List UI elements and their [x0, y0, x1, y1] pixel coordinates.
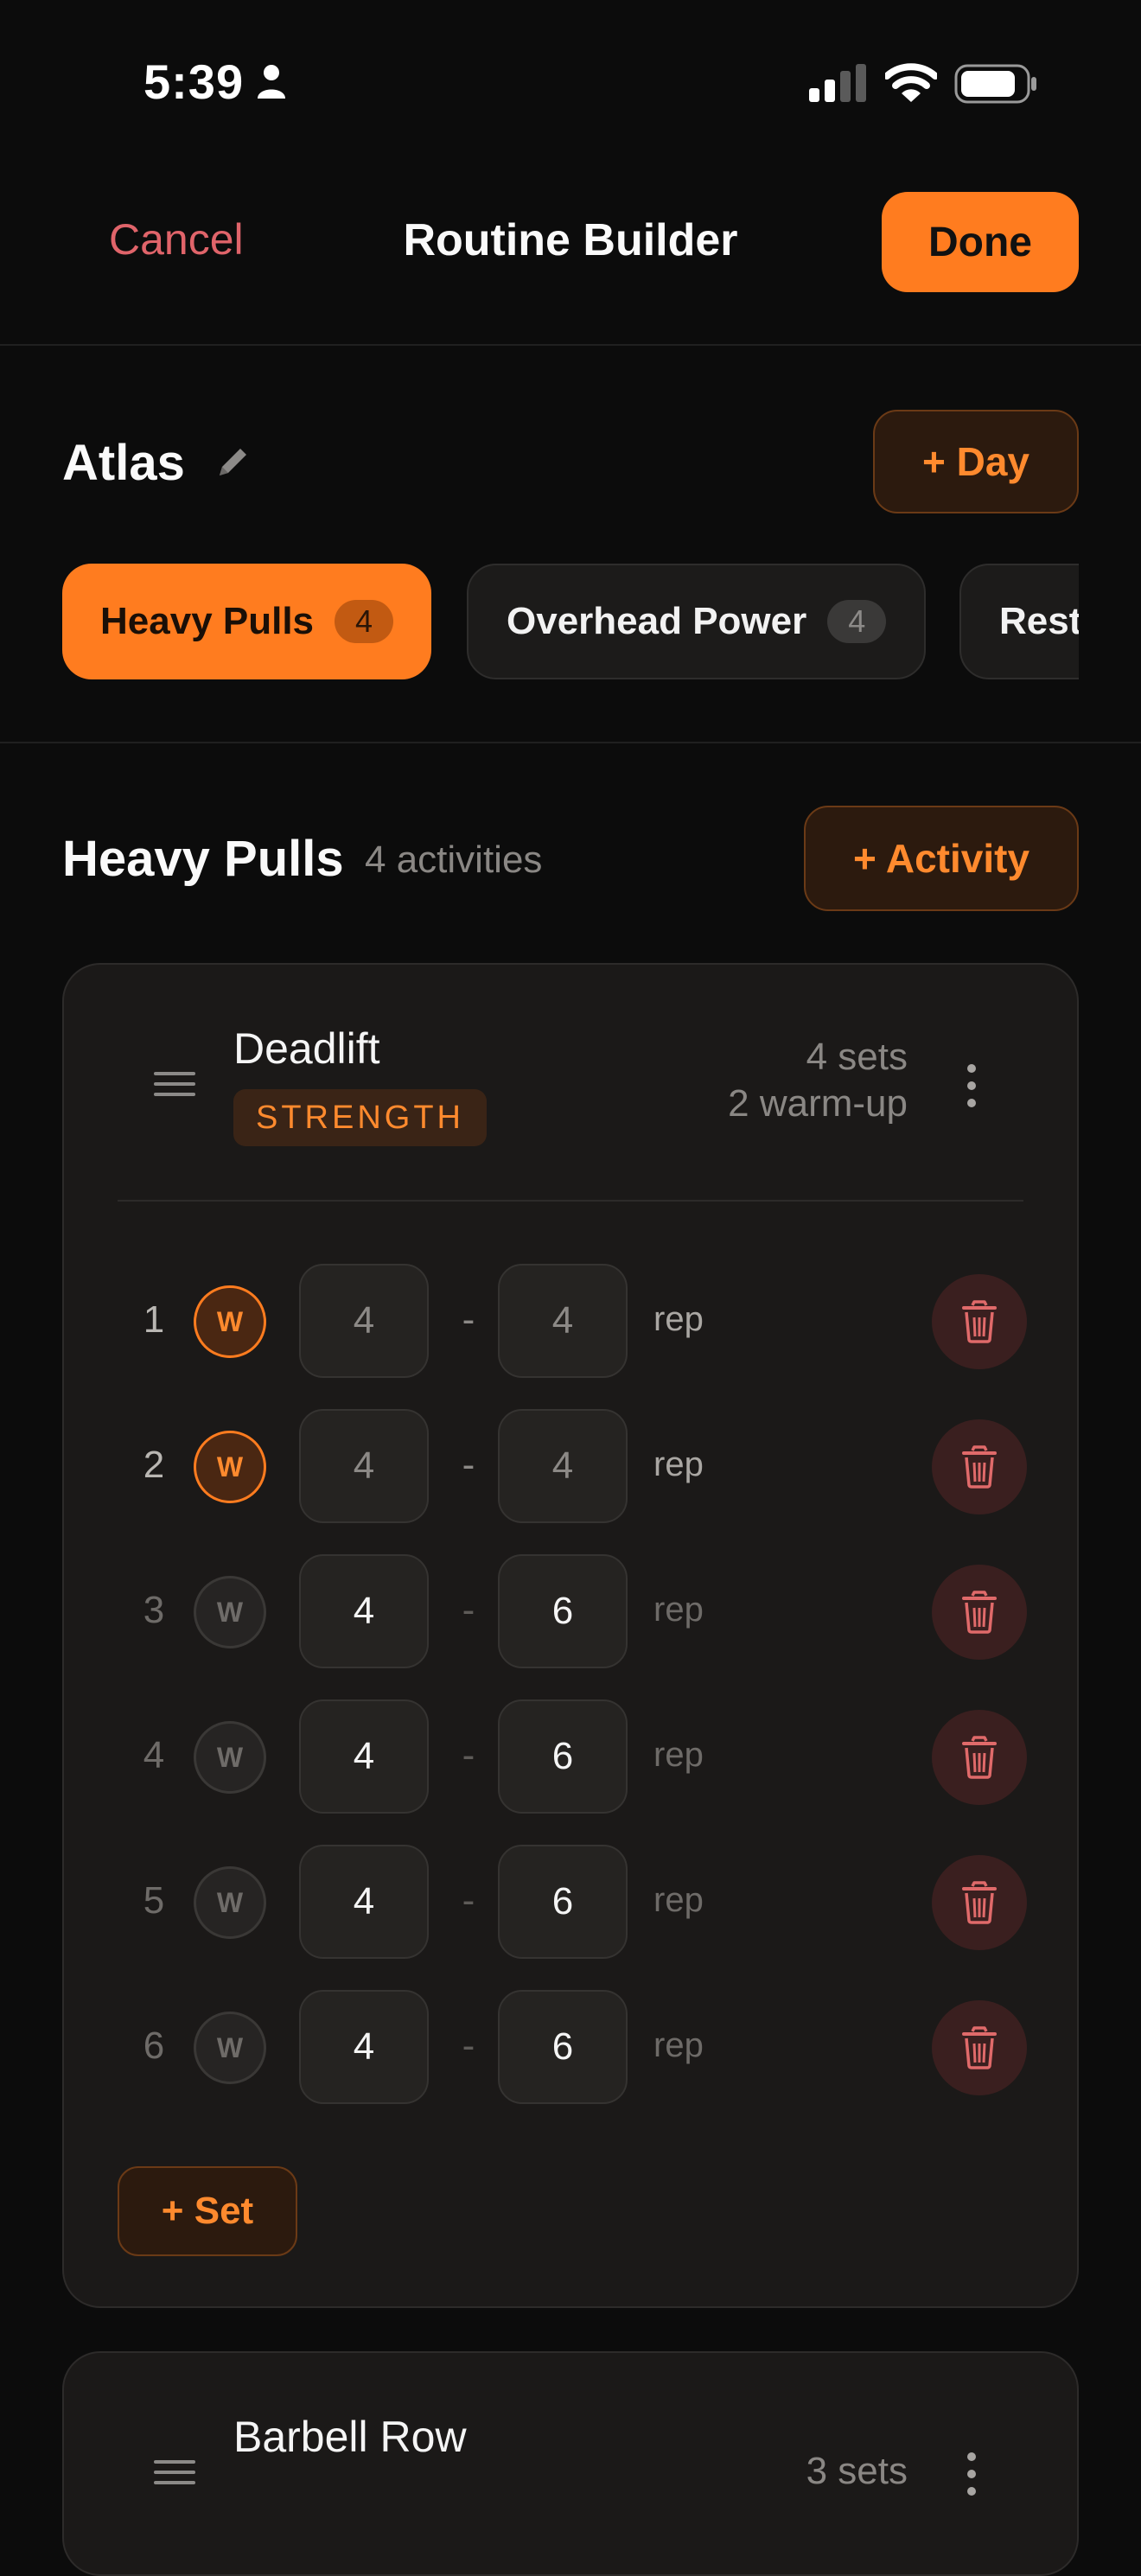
- tab-overhead-power[interactable]: Overhead Power 4: [467, 564, 927, 679]
- delete-set-button[interactable]: [932, 2000, 1027, 2095]
- rep-min-input[interactable]: 4: [299, 1554, 429, 1668]
- tab-rest[interactable]: Rest: [959, 564, 1079, 679]
- trash-icon: [962, 1591, 997, 1634]
- day-tabs: Heavy Pulls 4 Overhead Power 4 Rest: [62, 564, 1079, 679]
- range-dash: -: [462, 1589, 475, 1631]
- delete-set-button[interactable]: [932, 1565, 1027, 1660]
- rep-unit-label: rep: [653, 1591, 704, 1629]
- delete-set-button[interactable]: [932, 1419, 1027, 1514]
- trash-icon: [962, 1881, 997, 1924]
- trash-icon: [962, 1445, 997, 1489]
- set-row: 4 W 4-6 rep: [64, 1699, 1077, 1815]
- trash-icon: [962, 1736, 997, 1779]
- set-number: 1: [143, 1298, 165, 1341]
- set-row: 6 W 4-6 rep: [64, 1990, 1077, 2106]
- add-activity-button[interactable]: + Activity: [804, 806, 1079, 911]
- tab-label: Heavy Pulls: [100, 600, 315, 642]
- rep-min-input[interactable]: 4: [299, 1990, 429, 2104]
- tab-heavy-pulls[interactable]: Heavy Pulls 4: [62, 564, 432, 679]
- rep-min-input[interactable]: 4: [299, 1699, 429, 1814]
- delete-set-button[interactable]: [932, 1710, 1027, 1805]
- more-vertical-icon[interactable]: [963, 1063, 980, 1108]
- tab-count-badge: 4: [827, 600, 887, 643]
- range-dash: -: [462, 1444, 475, 1486]
- trash-icon: [962, 1300, 997, 1343]
- warmup-toggle[interactable]: W: [194, 1576, 266, 1648]
- delete-set-button[interactable]: [932, 1855, 1027, 1950]
- set-row: 1 W 4-4 rep: [64, 1264, 1077, 1380]
- add-day-button[interactable]: + Day: [873, 410, 1079, 513]
- rep-min-input[interactable]: 4: [299, 1409, 429, 1523]
- add-set-button[interactable]: + Set: [118, 2166, 297, 2256]
- drag-handle-icon[interactable]: [154, 2458, 195, 2486]
- warmup-summary: 2 warm-up: [728, 1082, 908, 1125]
- rep-unit-label: rep: [653, 2026, 704, 2064]
- rep-min-input[interactable]: 4: [299, 1264, 429, 1378]
- set-number: 4: [143, 1734, 165, 1776]
- delete-set-button[interactable]: [932, 1274, 1027, 1369]
- activity-card: Barbell Row 3 sets: [62, 2351, 1079, 2576]
- warmup-toggle[interactable]: W: [194, 1866, 266, 1939]
- set-row: 2 W 4-4 rep: [64, 1409, 1077, 1525]
- set-row: 5 W 4-6 rep: [64, 1845, 1077, 1961]
- range-dash: -: [462, 1298, 475, 1341]
- set-number: 2: [143, 1444, 165, 1486]
- more-vertical-icon[interactable]: [963, 2452, 980, 2496]
- activity-name: Deadlift: [233, 1024, 380, 1073]
- sets-summary: 3 sets: [806, 2450, 908, 2492]
- pencil-icon[interactable]: [213, 441, 254, 482]
- activity-card: Deadlift STRENGTH 4 sets 2 warm-up 1W4-4…: [62, 963, 1079, 2308]
- warmup-toggle[interactable]: W: [194, 1721, 266, 1794]
- rep-unit-label: rep: [653, 1445, 704, 1483]
- rep-max-input[interactable]: 4: [498, 1409, 628, 1523]
- range-dash: -: [462, 1879, 475, 1922]
- drag-handle-icon[interactable]: [154, 1070, 195, 1098]
- rep-unit-label: rep: [653, 1736, 704, 1774]
- sets-summary: 4 sets: [806, 1036, 908, 1078]
- section-title: Heavy Pulls: [62, 831, 344, 887]
- card-divider: [118, 1200, 1023, 1202]
- set-row: 3 W 4-6 rep: [64, 1554, 1077, 1670]
- activity-type-tag: STRENGTH: [233, 1089, 487, 1146]
- rep-unit-label: rep: [653, 1300, 704, 1338]
- range-dash: -: [462, 2024, 475, 2067]
- rep-max-input[interactable]: 6: [498, 1554, 628, 1668]
- tabs-divider: [0, 742, 1141, 743]
- range-dash: -: [462, 1734, 475, 1776]
- rep-max-input[interactable]: 6: [498, 1699, 628, 1814]
- warmup-toggle[interactable]: W: [194, 2012, 266, 2084]
- tab-label: Rest: [999, 600, 1079, 642]
- header-divider: [0, 344, 1141, 346]
- warmup-toggle[interactable]: W: [194, 1285, 266, 1358]
- set-number: 6: [143, 2024, 165, 2067]
- rep-max-input[interactable]: 6: [498, 1845, 628, 1959]
- rep-max-input[interactable]: 6: [498, 1990, 628, 2104]
- battery-icon: [954, 64, 1036, 104]
- wifi-icon: [885, 63, 937, 102]
- set-number: 5: [143, 1879, 165, 1922]
- rep-min-input[interactable]: 4: [299, 1845, 429, 1959]
- cancel-button[interactable]: Cancel: [109, 214, 244, 265]
- warmup-toggle[interactable]: W: [194, 1431, 266, 1503]
- person-icon: [258, 65, 285, 99]
- routine-name: Atlas: [62, 435, 185, 491]
- rep-unit-label: rep: [653, 1881, 704, 1919]
- rep-max-input[interactable]: 4: [498, 1264, 628, 1378]
- trash-icon: [962, 2026, 997, 2069]
- done-button[interactable]: Done: [882, 192, 1079, 292]
- activity-count: 4 activities: [365, 838, 543, 881]
- signal-icon: [809, 64, 866, 102]
- set-number: 3: [143, 1589, 165, 1631]
- tab-count-badge: 4: [335, 600, 394, 643]
- activity-summary: 4 sets 2 warm-up: [728, 1034, 908, 1127]
- activity-name: Barbell Row: [233, 2413, 467, 2461]
- status-time: 5:39: [143, 54, 245, 109]
- tab-label: Overhead Power: [507, 600, 807, 642]
